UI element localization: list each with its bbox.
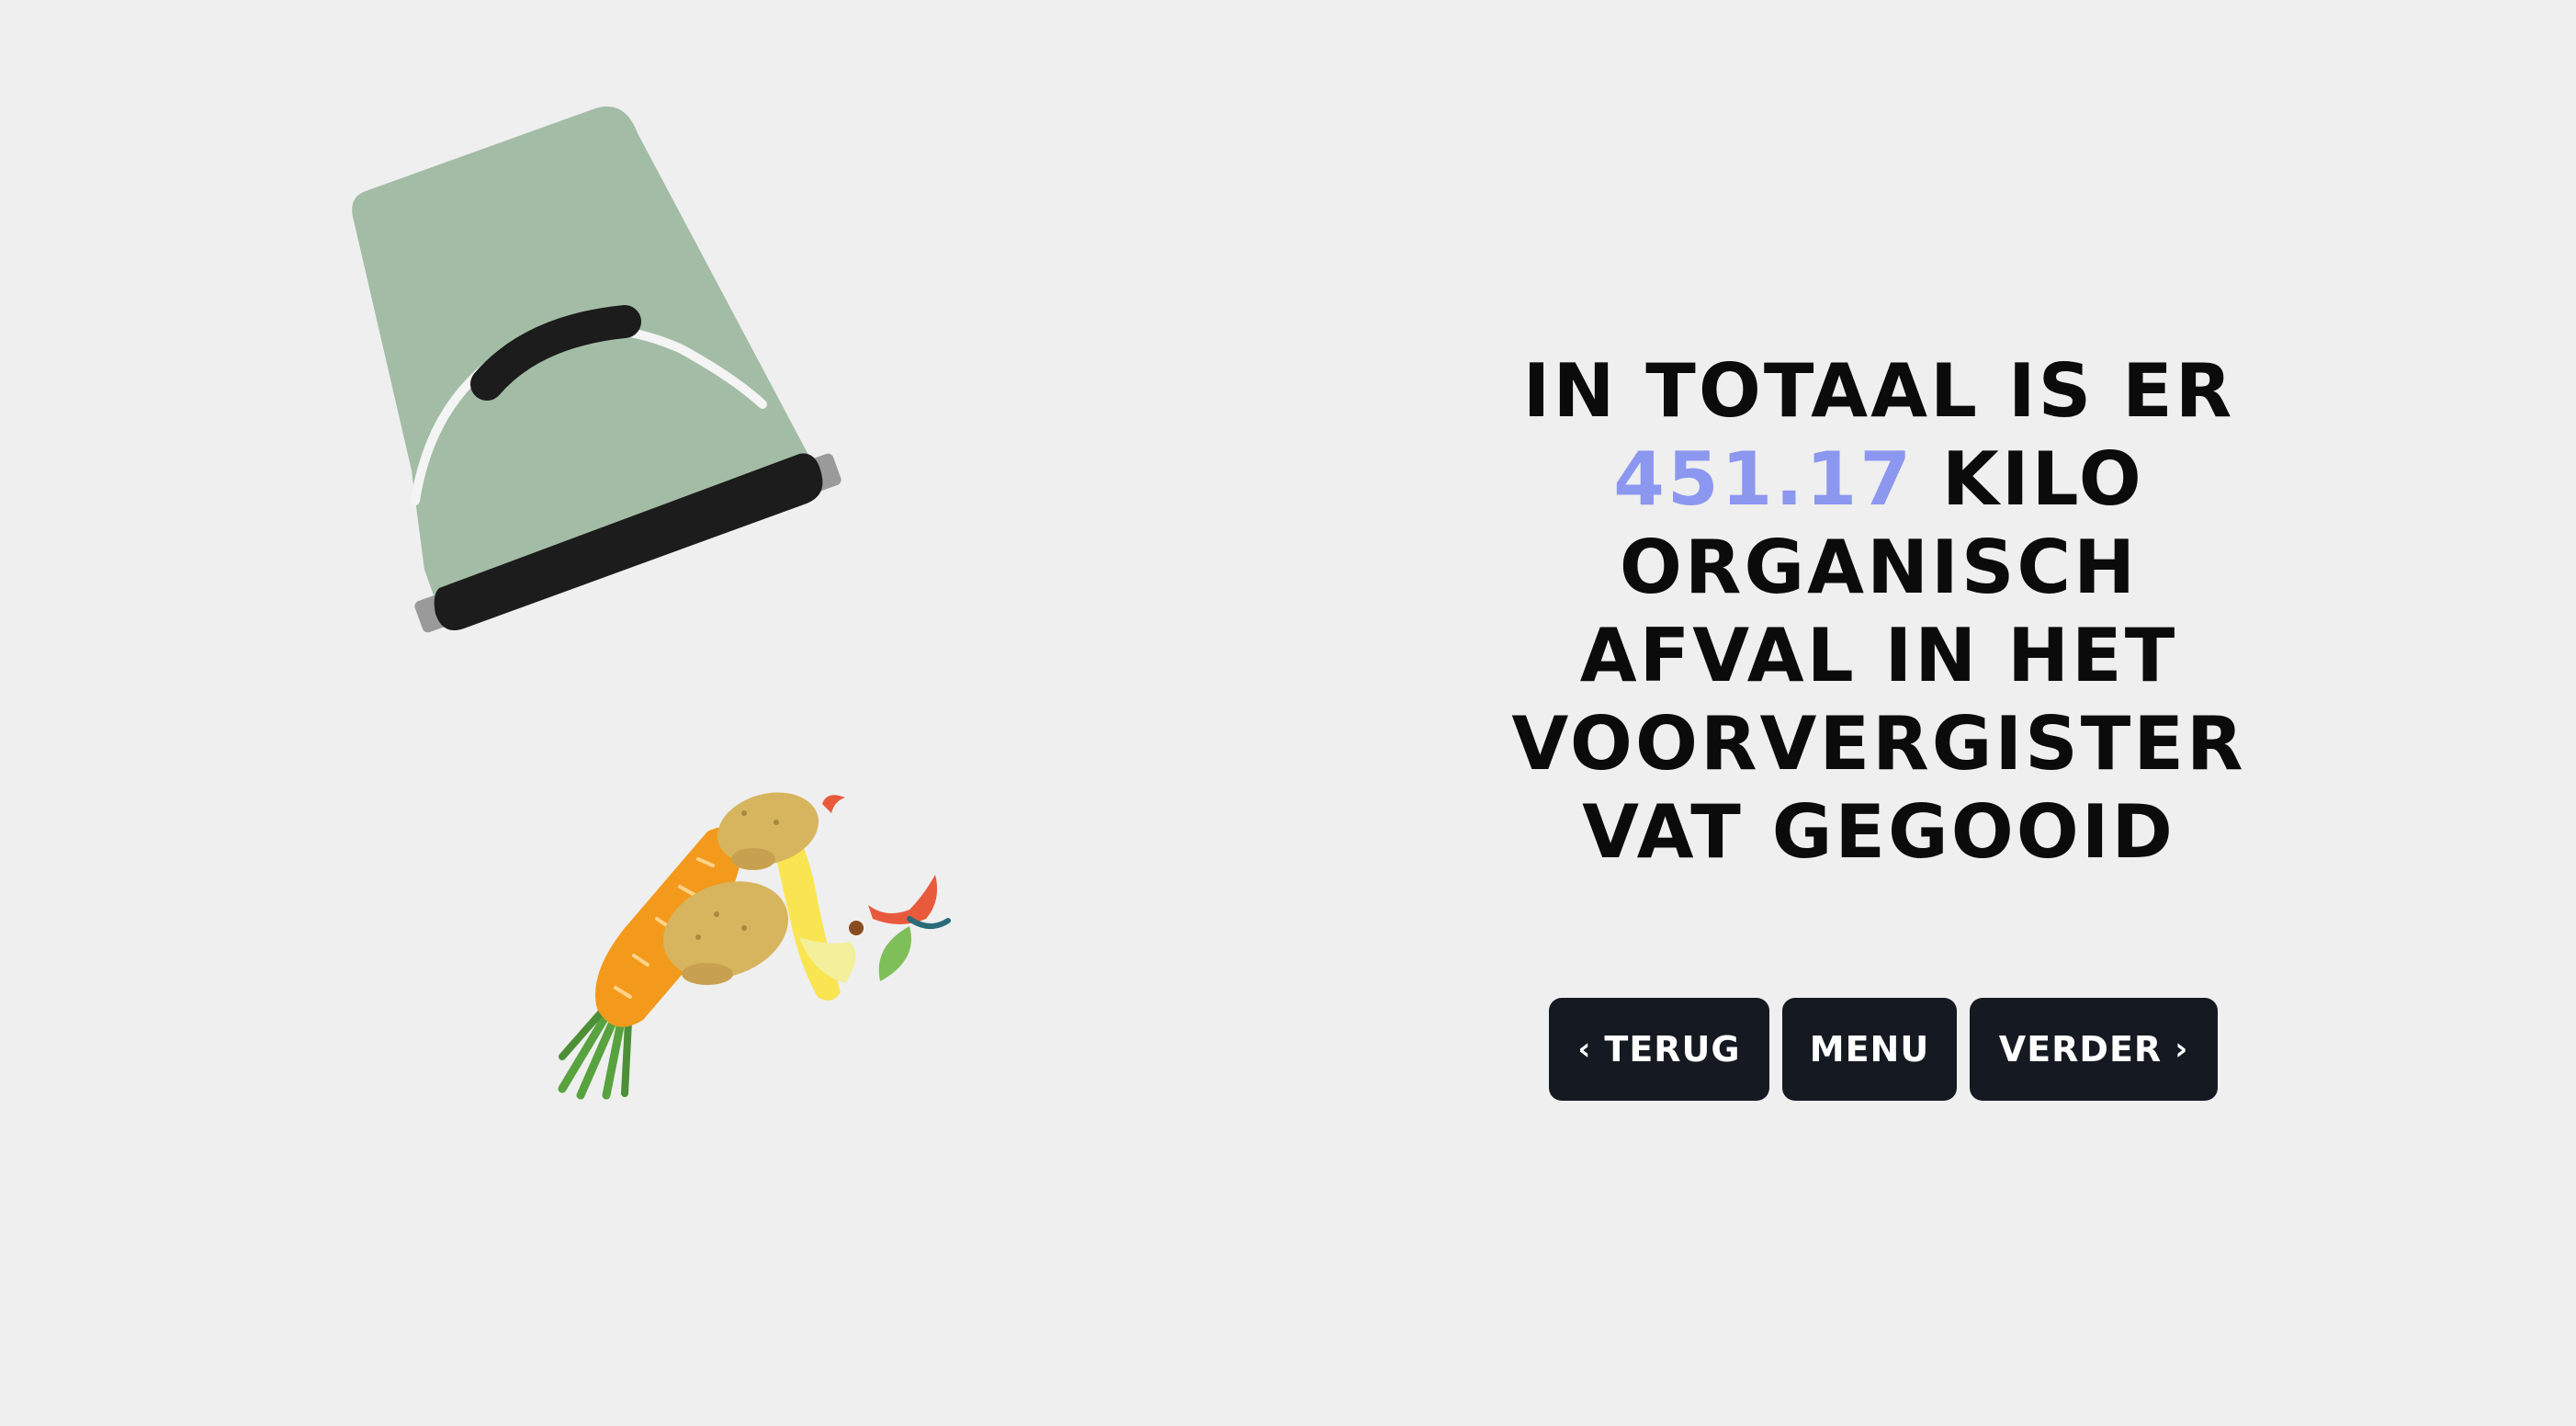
headline-unit: kilo [1941,436,2144,522]
headline-line-6: vat gegooid [1582,789,2175,875]
headline-line-5: voorvergister [1511,701,2246,787]
headline-line-4: afval in het [1579,613,2178,698]
menu-button[interactable]: MENU [1782,998,1957,1101]
headline: In totaal is er 451.17 kilo organisch af… [1433,347,2324,877]
next-button[interactable]: VERDER › [1970,998,2218,1101]
chevron-left-icon: ‹ [1577,1031,1592,1068]
organic-waste-icon [558,792,951,1100]
back-button[interactable]: ‹ TERUG [1549,998,1769,1101]
headline-line-2: 451.17 kilo [1433,436,2324,524]
bucket-icon [352,106,842,633]
headline-line-3: organisch [1619,525,2139,610]
menu-label: MENU [1809,1029,1930,1070]
next-label: VERDER [1998,1029,2163,1070]
illustration [352,106,951,1100]
navigation: ‹ TERUG MENU VERDER › [1549,998,2218,1101]
headline-line-1: In totaal is er [1522,348,2235,434]
waste-amount: 451.17 [1613,436,1914,522]
back-label: TERUG [1604,1029,1741,1070]
chevron-right-icon: › [2175,1031,2189,1068]
slide: In totaal is er 451.17 kilo organisch af… [0,0,2576,1426]
